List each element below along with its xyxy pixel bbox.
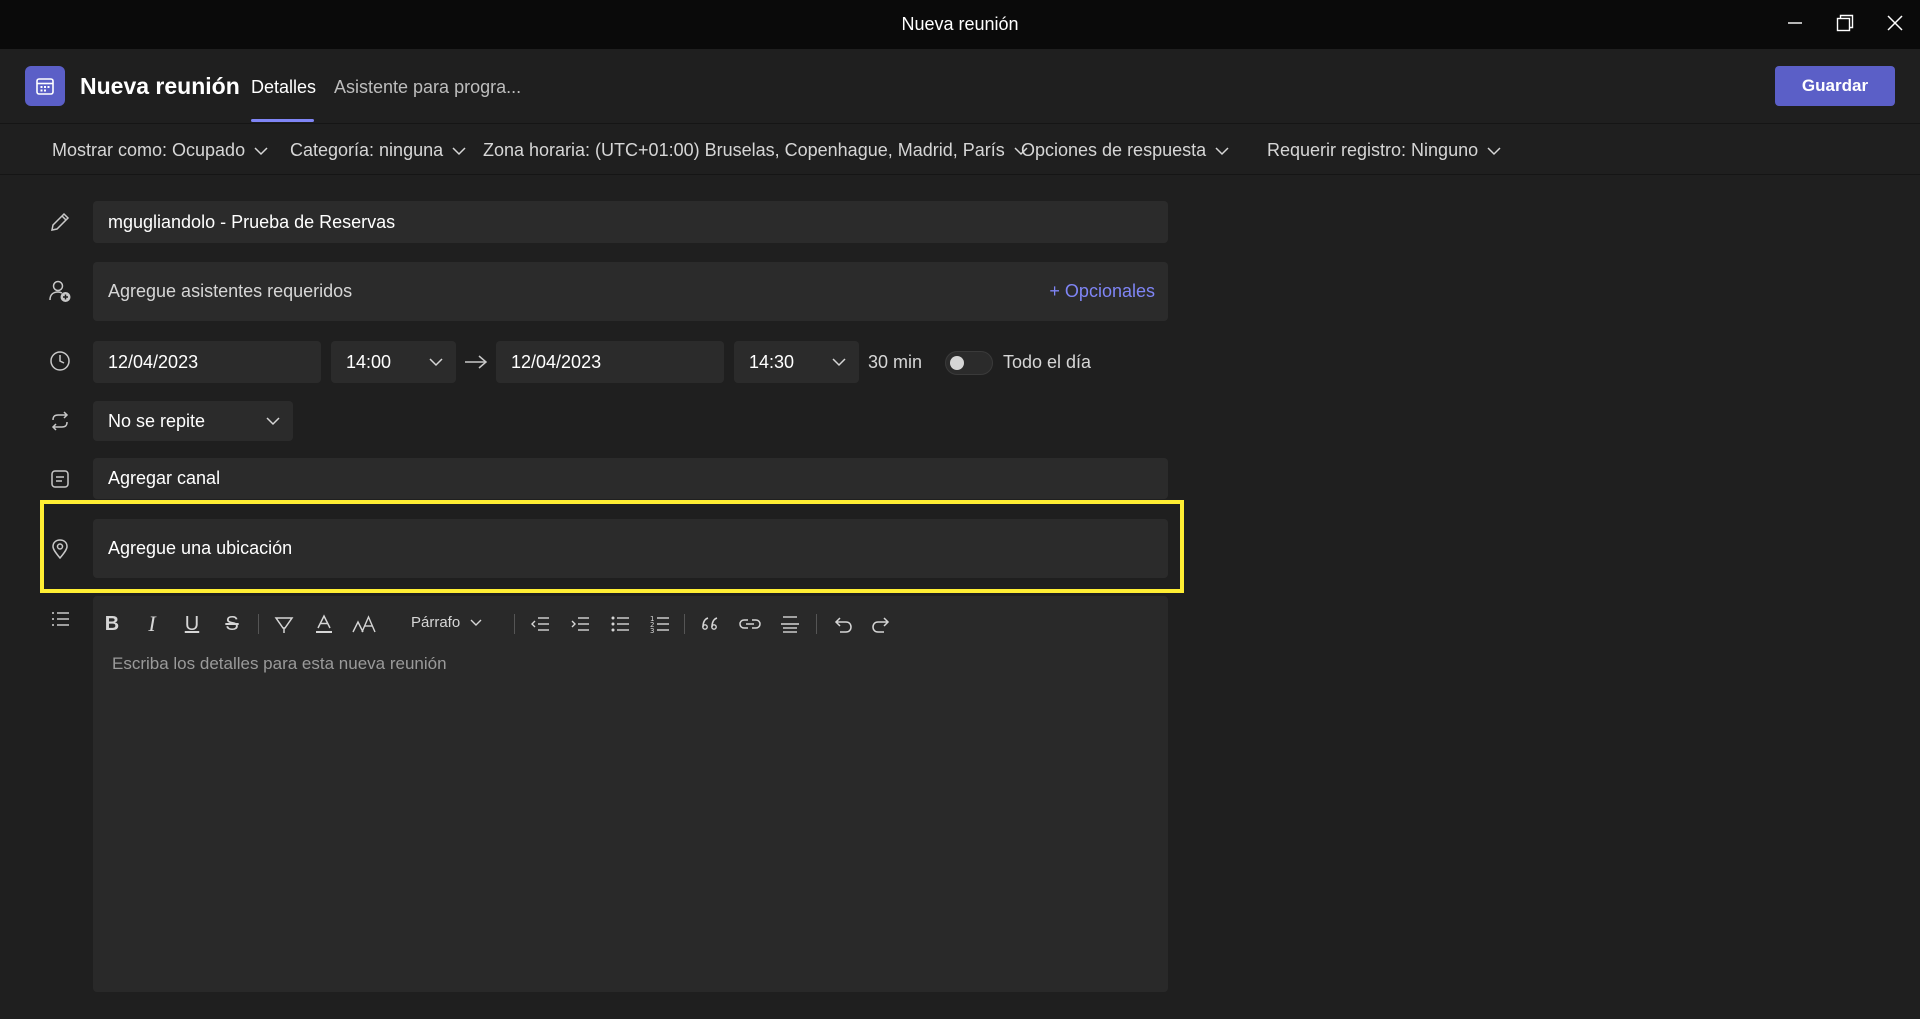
- font-color-icon[interactable]: [310, 610, 338, 638]
- highlight-color-icon[interactable]: [270, 610, 298, 638]
- meeting-title-value: mgugliandolo - Prueba de Reservas: [108, 211, 396, 232]
- toolbar-separator: [684, 614, 685, 634]
- start-date-input[interactable]: 12/04/2023: [93, 341, 321, 383]
- start-time-dropdown[interactable]: 14:00: [331, 341, 456, 383]
- response-options-label: Opciones de respuesta: [1021, 140, 1207, 160]
- font-size-icon[interactable]: [350, 610, 378, 638]
- meeting-header: Nueva reunión Detalles Asistente para pr…: [0, 49, 1920, 124]
- numbered-list-icon[interactable]: 123: [646, 610, 674, 638]
- close-icon: [1887, 15, 1903, 31]
- chevron-down-icon: [1215, 146, 1229, 155]
- all-day-toggle[interactable]: [945, 351, 993, 375]
- redo-icon[interactable]: [868, 610, 896, 638]
- active-tab-indicator: [251, 119, 314, 122]
- show-as-label: Mostrar como: Ocupado: [52, 140, 246, 160]
- attendees-placeholder: Agregue asistentes requeridos: [108, 281, 353, 301]
- response-options-dropdown[interactable]: Opciones de respuesta: [1021, 140, 1230, 161]
- chevron-down-icon: [1487, 146, 1501, 155]
- restore-icon: [1836, 14, 1854, 32]
- arrow-right-icon: [465, 355, 488, 369]
- bulleted-list-icon[interactable]: [606, 610, 634, 638]
- calendar-app-icon: [25, 66, 65, 106]
- svg-text:3: 3: [650, 627, 654, 635]
- clock-icon: [48, 349, 72, 373]
- pencil-icon: [48, 210, 72, 234]
- repeat-dropdown[interactable]: No se repite: [93, 401, 293, 441]
- toggle-knob: [950, 356, 964, 370]
- page-title: Nueva reunión: [80, 73, 240, 99]
- end-time-dropdown[interactable]: 14:30: [734, 341, 859, 383]
- chevron-down-icon: [254, 146, 268, 155]
- timezone-label: Zona horaria: (UTC+01:00) Bruselas, Cope…: [483, 140, 1005, 160]
- toolbar-separator: [514, 614, 515, 634]
- minimize-button[interactable]: [1768, 0, 1822, 46]
- bold-icon[interactable]: B: [98, 610, 126, 638]
- link-icon[interactable]: [736, 610, 764, 638]
- paragraph-style-label: Párrafo: [411, 614, 461, 631]
- category-label: Categoría: ninguna: [290, 140, 444, 160]
- end-date-value: 12/04/2023: [511, 351, 602, 372]
- chevron-down-icon: [266, 417, 280, 426]
- chevron-down-icon: [832, 358, 846, 367]
- italic-icon[interactable]: I: [138, 610, 166, 638]
- category-dropdown[interactable]: Categoría: ninguna: [290, 140, 467, 161]
- channel-placeholder: Agregar canal: [108, 468, 221, 488]
- window-titlebar: Nueva reunión: [0, 0, 1920, 49]
- toolbar-separator: [258, 614, 259, 634]
- registration-label: Requerir registro: Ninguno: [1267, 140, 1479, 160]
- repeat-icon: [48, 409, 72, 433]
- registration-dropdown[interactable]: Requerir registro: Ninguno: [1267, 140, 1502, 161]
- restore-button[interactable]: [1818, 0, 1872, 46]
- location-highlight-box: [40, 500, 1184, 593]
- start-time-value: 14:00: [346, 351, 392, 372]
- optional-attendees-link[interactable]: + Opcionales: [1049, 281, 1155, 302]
- required-attendees-input[interactable]: Agregue asistentes requeridos + Opcional…: [93, 262, 1168, 321]
- meeting-title-input[interactable]: mgugliandolo - Prueba de Reservas: [93, 201, 1168, 243]
- decrease-indent-icon[interactable]: [526, 610, 554, 638]
- repeat-value: No se repite: [108, 410, 206, 431]
- options-bar: Mostrar como: Ocupado Categoría: ninguna…: [0, 124, 1920, 175]
- strikethrough-icon[interactable]: S: [218, 610, 246, 638]
- toolbar-separator: [816, 614, 817, 634]
- channel-input[interactable]: Agregar canal: [93, 458, 1168, 499]
- details-list-icon: [48, 607, 72, 631]
- quote-icon[interactable]: [696, 610, 724, 638]
- duration-label: 30 min: [868, 352, 923, 372]
- add-person-icon: [48, 279, 72, 303]
- window-title: Nueva reunión: [901, 14, 1019, 34]
- end-date-input[interactable]: 12/04/2023: [496, 341, 724, 383]
- details-placeholder: Escriba los detalles para esta nueva reu…: [112, 654, 447, 673]
- tab-details[interactable]: Detalles: [251, 77, 316, 98]
- save-button[interactable]: Guardar: [1775, 66, 1895, 106]
- end-time-value: 14:30: [749, 351, 795, 372]
- chevron-down-icon: [452, 146, 466, 155]
- meeting-details-editor[interactable]: B I U S Párrafo 123 Escriba los detalles…: [93, 596, 1168, 992]
- show-as-dropdown[interactable]: Mostrar como: Ocupado: [52, 140, 269, 161]
- chevron-down-icon: [470, 619, 482, 626]
- tab-scheduling-assistant[interactable]: Asistente para progra...: [334, 77, 521, 98]
- underline-icon[interactable]: U: [178, 610, 206, 638]
- timezone-dropdown[interactable]: Zona horaria: (UTC+01:00) Bruselas, Cope…: [483, 140, 1029, 161]
- calendar-icon: [36, 78, 54, 95]
- chevron-down-icon: [429, 358, 443, 367]
- all-day-label: Todo el día: [1003, 352, 1092, 372]
- undo-icon[interactable]: [828, 610, 856, 638]
- horizontal-rule-icon[interactable]: [776, 610, 804, 638]
- minimize-icon: [1788, 22, 1802, 24]
- channel-icon: [48, 467, 72, 491]
- paragraph-style-dropdown[interactable]: Párrafo: [411, 614, 482, 631]
- start-date-value: 12/04/2023: [108, 351, 199, 372]
- close-button[interactable]: [1868, 0, 1920, 46]
- increase-indent-icon[interactable]: [566, 610, 594, 638]
